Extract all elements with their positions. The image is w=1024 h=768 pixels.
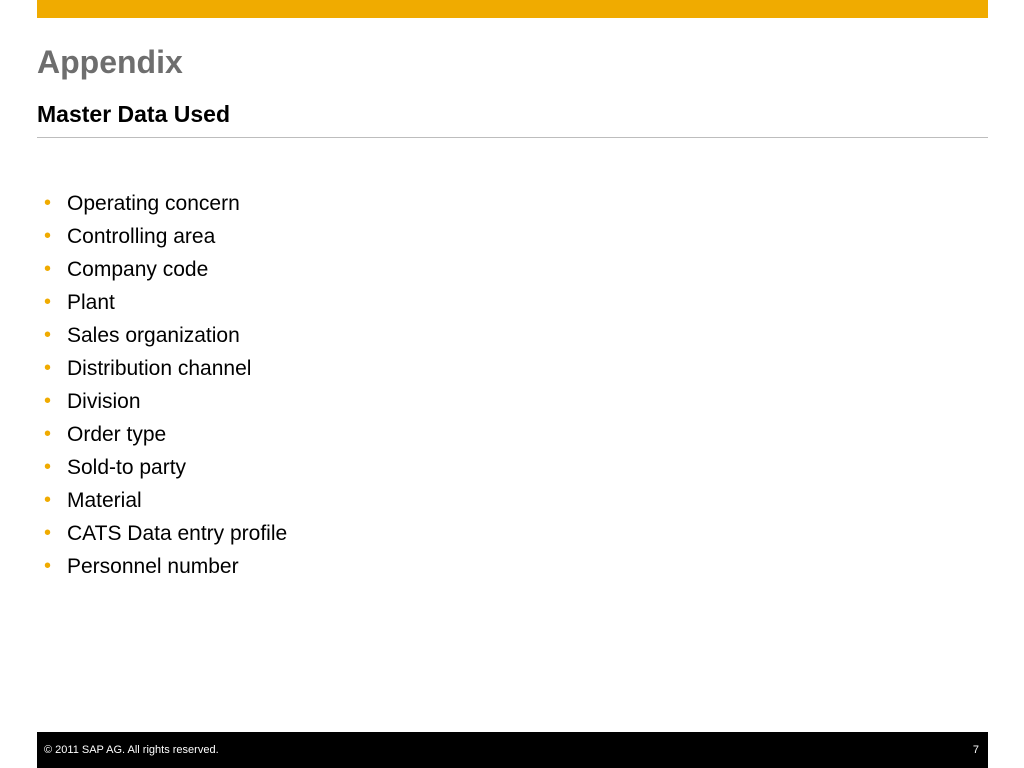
bullet-dot-icon: •: [44, 423, 52, 445]
bullet-dot-icon: •: [44, 291, 52, 313]
bullet-item: • Order type: [44, 418, 287, 451]
bullet-dot-icon: •: [44, 522, 52, 544]
bullet-text: Plant: [67, 290, 115, 314]
bullet-dot-icon: •: [44, 555, 52, 577]
bullet-text: CATS Data entry profile: [67, 521, 288, 545]
bullet-text: Order type: [67, 422, 167, 446]
bullet-text: Sales organization: [67, 323, 240, 347]
bullet-list: • Operating concern • Controlling area • Comp…: [44, 187, 287, 583]
page-number: 7: [972, 744, 979, 756]
bullet-dot-icon: •: [44, 324, 52, 346]
bullet-item: • Sold-to party: [44, 451, 287, 484]
bullet-dot-icon: •: [44, 258, 52, 280]
bullet-item: • Personnel number: [44, 550, 287, 583]
slide-subtitle: Master Data Used: [37, 101, 231, 127]
bullet-item: • Division: [44, 385, 287, 418]
bullet-item: • Company code: [44, 253, 287, 286]
bullet-text: Division: [67, 389, 141, 413]
bullet-text: Material: [67, 488, 142, 512]
bullet-dot-icon: •: [44, 456, 52, 478]
bullet-dot-icon: •: [44, 192, 52, 214]
bullet-item: • Distribution channel: [44, 352, 287, 385]
slide-title: Appendix: [37, 44, 183, 80]
bullet-text: Company code: [67, 257, 209, 281]
bullet-dot-icon: •: [44, 489, 52, 511]
bullet-dot-icon: •: [44, 225, 52, 247]
bullet-text: Operating concern: [67, 191, 240, 215]
bullet-text: Personnel number: [67, 554, 239, 578]
bullet-text: Distribution channel: [67, 356, 252, 380]
bullet-text: Sold-to party: [67, 455, 187, 479]
bullet-item: • Sales organization: [44, 319, 287, 352]
top-accent-bar: [37, 0, 988, 18]
bullet-dot-icon: •: [44, 390, 52, 412]
bullet-item: • Plant: [44, 286, 287, 319]
footer-copyright: © 2011 SAP AG. All rights reserved.: [44, 744, 219, 756]
footer-bar: © 2011 SAP AG. All rights reserved. 7: [37, 732, 988, 768]
bullet-item: • Material: [44, 484, 287, 517]
bullet-item: • Operating concern: [44, 187, 287, 220]
bullet-item: • CATS Data entry profile: [44, 517, 287, 550]
bullet-text: Controlling area: [67, 224, 216, 248]
bullet-dot-icon: •: [44, 357, 52, 379]
title-divider: [37, 137, 988, 138]
bullet-item: • Controlling area: [44, 220, 287, 253]
